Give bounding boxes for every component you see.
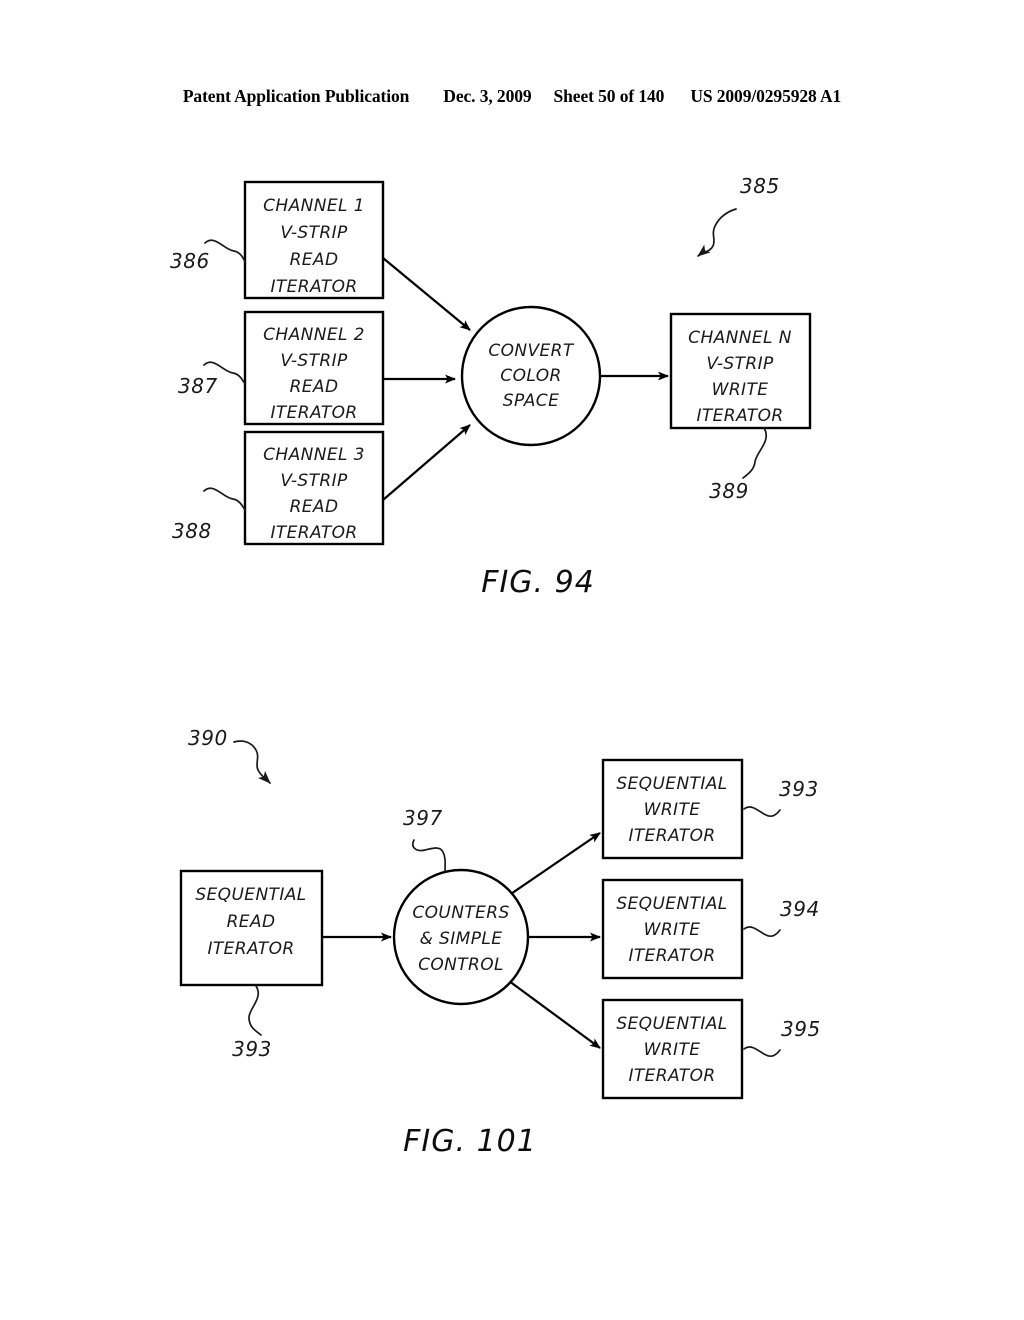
reference-388: 388 (172, 487, 246, 543)
reference-number: 395 (781, 1017, 821, 1041)
figure-101: SEQUENTIAL READ ITERATOR COUNTERS & SIMP… (179, 726, 821, 1159)
edge-ch3-to-convert (382, 424, 471, 501)
reference-390: 390 (188, 726, 271, 784)
node-line: CONTROL (418, 955, 504, 975)
node-line: CHANNEL 1 (263, 196, 365, 216)
node-channel-n-v-strip-write-iterator: CHANNEL N V-STRIP WRITE ITERATOR (669, 312, 812, 430)
patent-drawing-page: Patent Application Publication Dec. 3, 2… (0, 0, 1024, 1320)
edge-counters-to-write-3 (504, 977, 601, 1049)
leader-line (742, 427, 767, 479)
node-line: V-STRIP (706, 354, 774, 374)
figure-caption-94: FIG. 94 (481, 565, 595, 600)
node-line: READ (290, 497, 339, 517)
reference-number: 397 (403, 806, 443, 830)
reference-397: 397 (403, 806, 447, 873)
leader-line (743, 926, 781, 938)
reference-number: 390 (188, 726, 228, 750)
node-convert-color-space: CONVERT COLOR SPACE (460, 305, 602, 447)
reference-number: 393 (232, 1037, 272, 1061)
node-line: CONVERT (488, 341, 575, 361)
node-line: ITERATOR (628, 826, 715, 846)
node-line: SPACE (503, 391, 559, 411)
node-line: ITERATOR (270, 277, 357, 297)
figures-canvas: CHANNEL 1 V-STRIP READ ITERATOR CHANNEL … (170, 174, 821, 1159)
leader-arrow (233, 740, 271, 784)
leader-line (248, 985, 262, 1036)
reference-389: 389 (709, 427, 767, 503)
node-line: ITERATOR (628, 1066, 715, 1086)
node-sequential-write-iterator-3: SEQUENTIAL WRITE ITERATOR (601, 998, 744, 1100)
reference-number: 385 (740, 174, 780, 198)
node-line: WRITE (644, 1040, 701, 1060)
node-line: CHANNEL 2 (263, 325, 365, 345)
node-channel-3-v-strip-read-iterator: CHANNEL 3 V-STRIP READ ITERATOR (243, 430, 385, 546)
node-line: READ (227, 912, 276, 932)
node-line: ITERATOR (270, 523, 357, 543)
node-line: WRITE (712, 380, 769, 400)
reference-number: 389 (709, 479, 749, 503)
node-line: CHANNEL 3 (263, 445, 365, 465)
node-line: READ (290, 250, 339, 270)
node-line: ITERATOR (270, 403, 357, 423)
node-line: CHANNEL N (688, 328, 792, 348)
reference-number: 393 (779, 777, 819, 801)
figure-caption-101: FIG. 101 (403, 1124, 537, 1159)
node-line: V-STRIP (280, 471, 348, 491)
figure-94: CHANNEL 1 V-STRIP READ ITERATOR CHANNEL … (170, 174, 812, 600)
node-sequential-read-iterator: SEQUENTIAL READ ITERATOR (179, 869, 324, 987)
leader-line (412, 839, 447, 873)
reference-394: 394 (743, 897, 820, 938)
reference-number: 394 (780, 897, 820, 921)
reference-number: 387 (178, 374, 218, 398)
leader-arrow (697, 208, 737, 257)
node-channel-2-v-strip-read-iterator: CHANNEL 2 V-STRIP READ ITERATOR (243, 310, 385, 426)
node-line: ITERATOR (628, 946, 715, 966)
leader-line (204, 239, 246, 263)
leader-line (203, 487, 246, 511)
reference-387: 387 (178, 361, 246, 398)
reference-395: 395 (743, 1017, 821, 1058)
reference-392: 393 (232, 985, 272, 1061)
node-line: V-STRIP (280, 351, 348, 371)
node-line: WRITE (644, 920, 701, 940)
reference-number: 386 (170, 249, 210, 273)
node-sequential-write-iterator-2: SEQUENTIAL WRITE ITERATOR (601, 878, 744, 980)
node-counters-and-simple-control: COUNTERS & SIMPLE CONTROL (392, 868, 530, 1006)
node-line: SEQUENTIAL (616, 1014, 727, 1034)
node-sequential-write-iterator-1: SEQUENTIAL WRITE ITERATOR (601, 758, 744, 860)
node-line: SEQUENTIAL (616, 774, 727, 794)
node-line: ITERATOR (207, 939, 294, 959)
node-line: COUNTERS (412, 903, 509, 923)
node-line: & SIMPLE (420, 929, 503, 949)
reference-386: 386 (170, 239, 246, 273)
node-line: SEQUENTIAL (195, 885, 306, 905)
leader-line (743, 1046, 781, 1058)
node-line: READ (290, 377, 339, 397)
edge-counters-to-write-1 (504, 832, 601, 899)
reference-number: 388 (172, 519, 212, 543)
node-line: ITERATOR (696, 406, 783, 426)
node-line: COLOR (500, 366, 561, 386)
leader-line (743, 806, 781, 818)
node-line: WRITE (644, 800, 701, 820)
reference-393: 393 (743, 777, 819, 818)
edge-ch1-to-convert (382, 257, 471, 331)
node-channel-1-v-strip-read-iterator: CHANNEL 1 V-STRIP READ ITERATOR (243, 180, 385, 300)
reference-385: 385 (697, 174, 780, 257)
node-line: V-STRIP (280, 223, 348, 243)
node-line: SEQUENTIAL (616, 894, 727, 914)
